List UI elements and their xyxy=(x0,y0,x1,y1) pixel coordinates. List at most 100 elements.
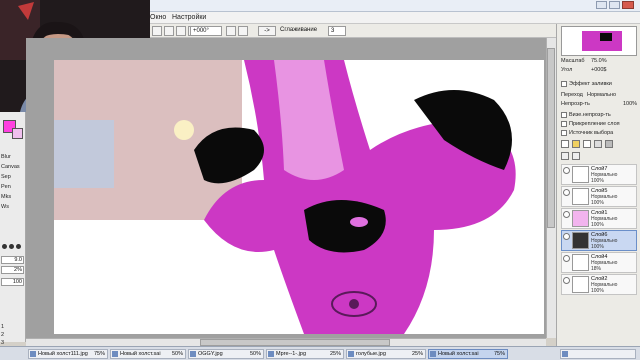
horizontal-scroll-thumb[interactable] xyxy=(200,339,390,346)
copy-layer-icon[interactable] xyxy=(583,140,591,148)
layer-thumbnail xyxy=(572,276,589,293)
toolbar: +000° -> Сглаживание 3 xyxy=(150,24,560,38)
menu-settings[interactable]: Настройки xyxy=(172,14,206,21)
tab-name: голубые.jpg xyxy=(356,351,386,357)
rotate-right-button[interactable] xyxy=(238,26,248,36)
delete-layer-icon[interactable] xyxy=(605,140,613,148)
tool-panel: Blur Canvas Sep Pen Mks Ws 9.0 2% 100 1 … xyxy=(0,112,26,346)
layer-row[interactable]: Слой6 Нормально 100% xyxy=(561,230,637,251)
tb-button-3[interactable] xyxy=(176,26,186,36)
image-file-icon xyxy=(562,351,568,357)
rotation-field[interactable]: +000° xyxy=(190,26,222,36)
layer-row[interactable]: Слой1 Нормально 100% xyxy=(561,208,637,229)
layer-row[interactable]: Слой5 Нормально 100% xyxy=(561,186,637,207)
eye-icon[interactable] xyxy=(563,211,570,218)
arrow-button[interactable]: -> xyxy=(258,26,276,36)
secondary-color-swatch[interactable] xyxy=(12,128,23,139)
new-folder-icon[interactable] xyxy=(572,140,580,148)
doc-tab[interactable]: Мрге--1-.jpg 25% xyxy=(266,349,344,359)
artwork xyxy=(52,60,516,334)
angle-value[interactable]: +000$ xyxy=(591,67,606,73)
tool-label-4[interactable]: Mks xyxy=(1,194,11,200)
zoom-label: Масштаб xyxy=(561,58,585,64)
tool-label-2[interactable]: Sep xyxy=(1,174,11,180)
navigator-thumbnail xyxy=(582,31,622,51)
merge-down-icon[interactable] xyxy=(594,140,602,148)
eye-icon[interactable] xyxy=(563,255,570,262)
rotate-left-button[interactable] xyxy=(226,26,236,36)
zoom-value[interactable]: 75.0% xyxy=(591,58,607,64)
tab-zoom: 25% xyxy=(329,351,341,357)
clipping-checkbox[interactable] xyxy=(561,121,567,127)
eye-icon[interactable] xyxy=(563,167,570,174)
doc-tab[interactable]: голубые.jpg 25% xyxy=(346,349,426,359)
image-file-icon xyxy=(348,351,354,357)
layer-row[interactable]: Слой7 Нормально 100% xyxy=(561,164,637,185)
tool-label-0[interactable]: Blur xyxy=(1,154,11,160)
layer-row[interactable]: Слой2 Нормально 100% xyxy=(561,274,637,295)
density-field[interactable]: 100 xyxy=(1,278,24,286)
maximize-icon[interactable] xyxy=(609,1,620,9)
layer-thumbnail xyxy=(572,254,589,271)
doc-tab[interactable]: OGGY.jpg 50% xyxy=(188,349,264,359)
brush-shape-icon[interactable] xyxy=(16,244,21,249)
blend-select[interactable]: Нормально xyxy=(587,92,616,98)
clip-opacity-checkbox[interactable] xyxy=(561,112,567,118)
layer-row[interactable]: Слой4 Нормально 18% xyxy=(561,252,637,273)
clear-layer-icon[interactable] xyxy=(572,152,580,160)
close-icon[interactable] xyxy=(622,1,634,9)
tool-label-5[interactable]: Ws xyxy=(1,204,9,210)
layer-opacity: 100% xyxy=(591,200,604,206)
tab-zoom: 75% xyxy=(93,351,105,357)
tab-name: Новый холст.sai xyxy=(438,351,479,357)
canvas[interactable] xyxy=(52,60,544,334)
layer-thumbnail xyxy=(572,166,589,183)
eye-icon[interactable] xyxy=(563,189,570,196)
layer-thumbnail xyxy=(572,210,589,227)
selection-source-checkbox[interactable] xyxy=(561,130,567,136)
image-file-icon xyxy=(268,351,274,357)
brush-shapes[interactable] xyxy=(2,242,24,252)
scale-mark: 2 xyxy=(1,332,5,338)
vertical-scroll-thumb[interactable] xyxy=(547,48,555,228)
doc-tab[interactable]: Новый холст111.jpg 75% xyxy=(28,349,108,359)
layer-opacity: 100% xyxy=(591,288,604,294)
image-file-icon xyxy=(430,351,436,357)
opacity-value[interactable]: 100% xyxy=(623,101,637,107)
doc-tab[interactable]: Новый холст.sai 50% xyxy=(110,349,186,359)
eye-icon[interactable] xyxy=(563,233,570,240)
tab-name: OGGY.jpg xyxy=(198,351,223,357)
doc-tab-active[interactable]: Новый холст.sai 75% xyxy=(428,349,508,359)
tb-button-1[interactable] xyxy=(152,26,162,36)
navigator-preview[interactable] xyxy=(561,26,637,56)
image-file-icon xyxy=(112,351,118,357)
layer-opacity: 100% xyxy=(591,244,604,250)
layer-opacity: 100% xyxy=(591,178,604,184)
smoothing-label: Сглаживание xyxy=(280,27,318,33)
brush-size-field[interactable]: 9.0 xyxy=(1,256,24,264)
image-file-icon xyxy=(190,351,196,357)
tb-button-2[interactable] xyxy=(164,26,174,36)
image-file-icon xyxy=(30,351,36,357)
layer-opacity: 18% xyxy=(591,266,602,272)
canvas-area[interactable] xyxy=(26,38,556,338)
tool-label-1[interactable]: Canvas xyxy=(1,164,20,170)
new-layer-icon[interactable] xyxy=(561,140,569,148)
layer-opacity: 100% xyxy=(591,222,604,228)
effects-label: Эффект заливки xyxy=(569,81,612,87)
effects-checkbox[interactable] xyxy=(561,81,567,87)
min-size-field[interactable]: 2% xyxy=(1,266,24,274)
blend-label: Переход xyxy=(561,92,583,98)
menu-window[interactable]: Окно xyxy=(150,14,166,21)
tab-zoom: 50% xyxy=(249,351,261,357)
doc-tab[interactable] xyxy=(560,349,636,359)
minimize-icon[interactable] xyxy=(596,1,607,9)
brush-shape-icon[interactable] xyxy=(2,244,7,249)
opacity-label: Непрозр-ть xyxy=(561,101,590,107)
eye-icon[interactable] xyxy=(563,277,570,284)
layer-settings-icon[interactable] xyxy=(561,152,569,160)
tool-label-3[interactable]: Pen xyxy=(1,184,11,190)
selection-source-label: Источник выбора xyxy=(569,130,614,136)
smoothing-field[interactable]: 3 xyxy=(328,26,346,36)
brush-shape-icon[interactable] xyxy=(9,244,14,249)
